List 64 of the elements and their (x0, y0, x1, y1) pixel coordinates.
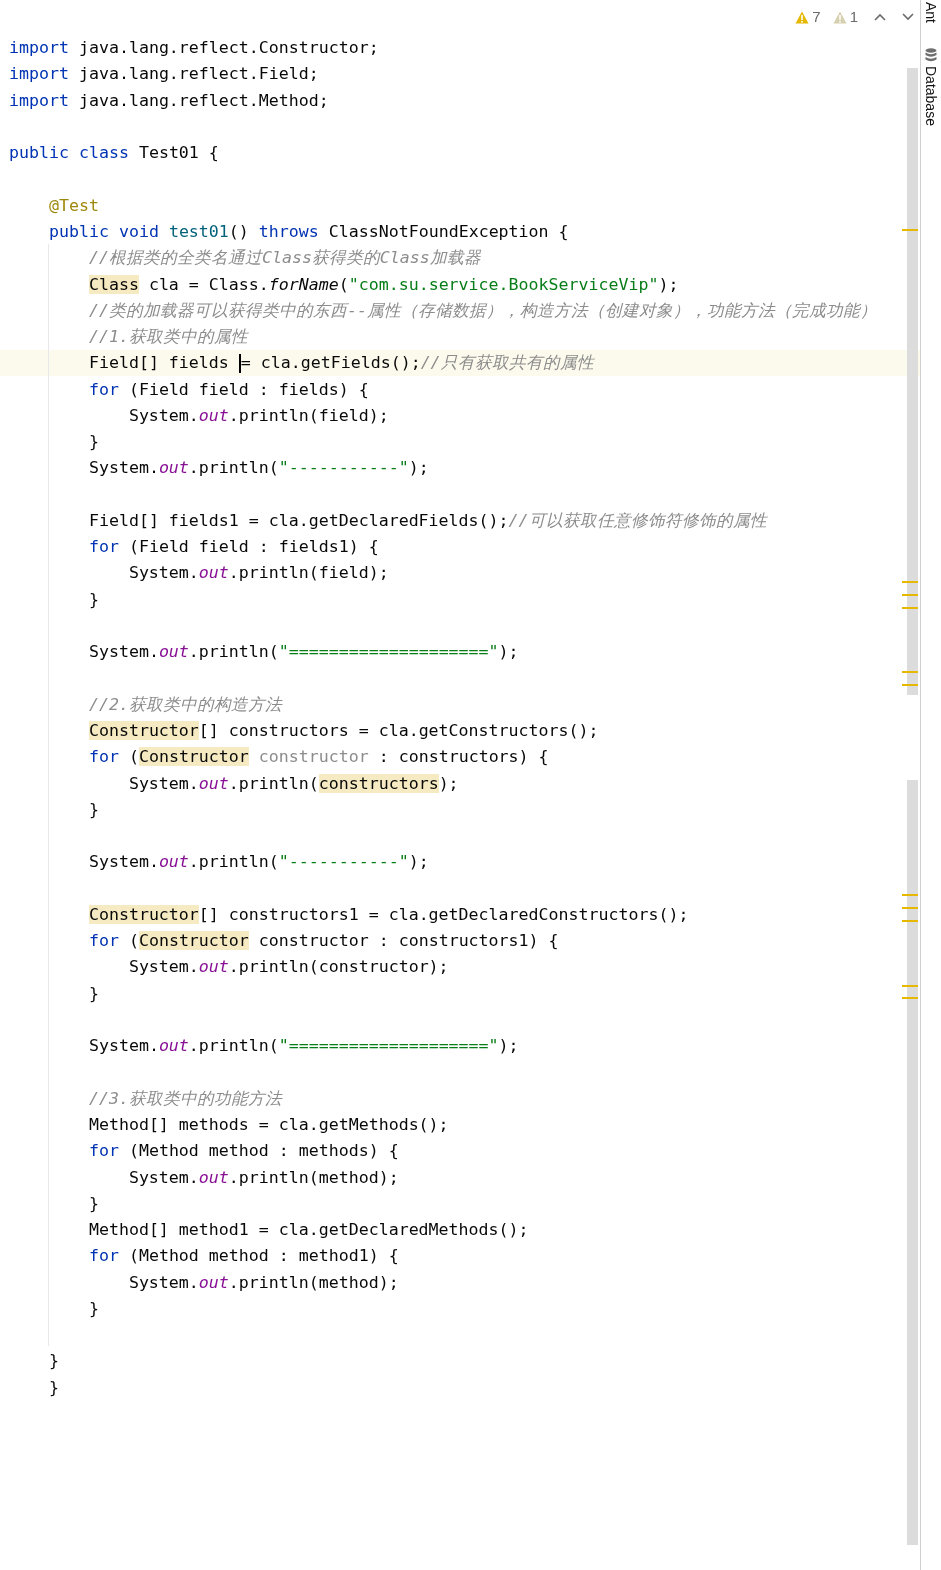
warning-stripe-mark[interactable] (902, 229, 918, 231)
database-icon (925, 48, 937, 62)
code-line: //3.获取类中的功能方法 (87, 1087, 282, 1110)
scrollbar-track[interactable] (907, 68, 918, 695)
warning-stripe-mark[interactable] (902, 920, 918, 922)
warning-stripe-mark[interactable] (902, 581, 918, 583)
code-line: for (Constructor constructor : constructors1) { (87, 930, 559, 953)
code-line: System.out.println(constructor); (127, 956, 449, 979)
code-line: for (Constructor constructor : constructors) { (87, 746, 549, 769)
warning-stripe-mark[interactable] (902, 594, 918, 596)
code-line: Constructor[] constructors1 = cla.getDeclaredConstructors(); (87, 903, 689, 926)
warning-stripe-mark[interactable] (902, 985, 918, 987)
code-line: Field[] fields = cla.getFields();//只有获取共有的属性 (87, 352, 594, 375)
code-line: for (Method method : method1) { (87, 1245, 399, 1268)
code-line: //1.获取类中的属性 (87, 326, 248, 349)
code-line: System.out.println(method); (127, 1271, 399, 1294)
code-line: System.out.println("===================="); (87, 1035, 519, 1058)
warning-icon (795, 10, 810, 24)
code-line: import java.lang.reflect.Method; (9, 89, 329, 112)
code-line: } (87, 1297, 99, 1320)
code-line: } (47, 1350, 59, 1373)
code-line: System.out.println("-----------"); (87, 457, 429, 480)
code-line: System.out.println(constructors); (127, 772, 459, 795)
code-line: System.out.println(method); (127, 1166, 399, 1189)
code-line: System.out.println(field); (127, 404, 389, 427)
code-line: public class Test01 { (9, 142, 219, 165)
code-line: for (Field field : fields1) { (87, 536, 379, 559)
chevron-down-icon[interactable] (902, 13, 914, 22)
warning-stripe-mark[interactable] (902, 907, 918, 909)
warning-stripe-mark[interactable] (902, 997, 918, 999)
code-line: Method[] method1 = cla.getDeclaredMethods(); (87, 1219, 529, 1242)
code-line: } (87, 798, 99, 821)
code-line: for (Field field : fields) { (87, 378, 369, 401)
code-line: Constructor[] constructors = cla.getConstructors(); (87, 720, 599, 743)
code-line: } (87, 1192, 99, 1215)
scrollbar-track[interactable] (907, 780, 918, 1545)
tool-window-tab[interactable]: Database (921, 66, 941, 126)
code-line: Method[] methods = cla.getMethods(); (87, 1114, 449, 1136)
code-line: System.out.println("-----------"); (87, 851, 429, 874)
warning-stripe-mark[interactable] (902, 671, 918, 673)
warning-count[interactable]: 7 (812, 6, 821, 29)
code-line: } (87, 588, 99, 611)
code-line: //类的加载器可以获得类中的东西--属性（存储数据），构造方法（创建对象），功能方法（完成功能） (87, 299, 877, 322)
code-line: System.out.println("===================="); (87, 641, 519, 664)
code-line: import java.lang.reflect.Constructor; (9, 37, 379, 60)
code-line: public void test01() throws ClassNotFoundException { (47, 221, 569, 243)
code-line: System.out.println(field); (127, 562, 389, 585)
code-line: for (Method method : methods) { (87, 1140, 399, 1163)
warning-stripe-mark[interactable] (902, 607, 918, 609)
tool-window-tab[interactable]: Ant (921, 2, 941, 23)
weak-warning-count[interactable]: 1 (849, 6, 858, 29)
warning-icon (832, 10, 847, 24)
warning-stripe-mark[interactable] (902, 894, 918, 896)
code-line: import java.lang.reflect.Field; (9, 63, 319, 86)
chevron-up-icon[interactable] (874, 13, 886, 22)
code-line: //2.获取类中的构造方法 (87, 693, 282, 716)
code-line: } (87, 982, 99, 1005)
warning-stripe-mark[interactable] (902, 684, 918, 686)
code-line: Field[] fields1 = cla.getDeclaredFields();//可以获取任意修饰符修饰的属性 (87, 509, 767, 532)
code-line: //根据类的全类名通过Class获得类的Class加载器 (87, 247, 481, 270)
code-line: @Test (47, 194, 99, 217)
code-line: } (87, 431, 99, 454)
code-line: Class cla = Class.forName("com.su.service.BookServiceVip"); (87, 273, 679, 296)
code-line: } (47, 1376, 59, 1399)
